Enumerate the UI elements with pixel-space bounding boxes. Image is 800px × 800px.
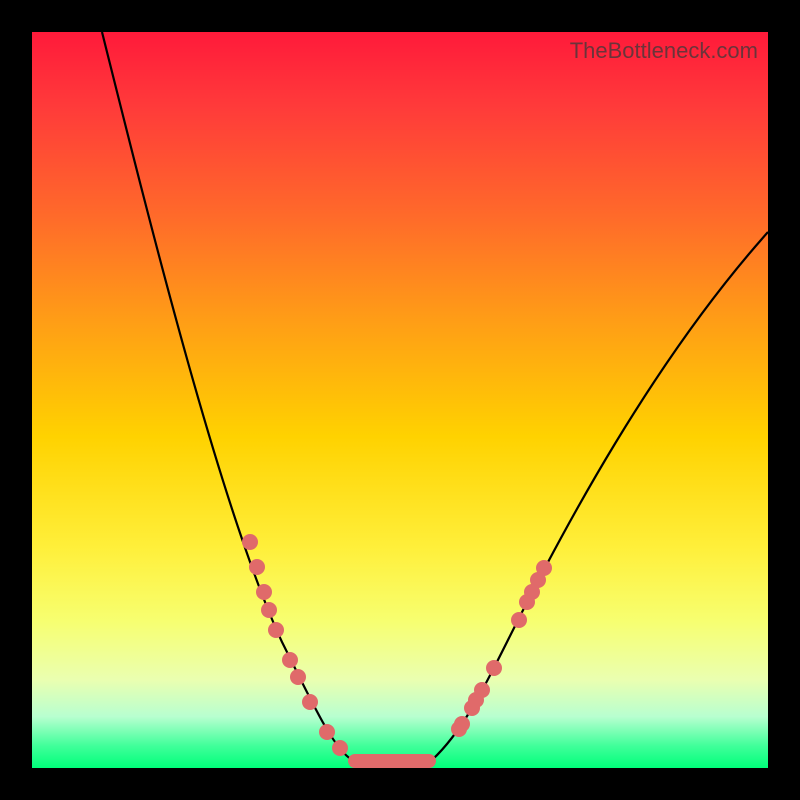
dots-right xyxy=(451,560,552,737)
data-point xyxy=(256,584,272,600)
data-point xyxy=(511,612,527,628)
data-point xyxy=(290,669,306,685)
data-point xyxy=(454,716,470,732)
dots-left xyxy=(242,534,348,756)
data-point xyxy=(332,740,348,756)
bottom-bar xyxy=(348,754,436,768)
data-point xyxy=(302,694,318,710)
data-point xyxy=(536,560,552,576)
curve-left xyxy=(102,32,352,760)
curve-right xyxy=(432,232,768,760)
chart-frame: TheBottleneck.com xyxy=(0,0,800,800)
data-point xyxy=(242,534,258,550)
data-point xyxy=(474,682,490,698)
chart-svg xyxy=(32,32,768,768)
chart-plot-area: TheBottleneck.com xyxy=(32,32,768,768)
data-point xyxy=(282,652,298,668)
data-point xyxy=(268,622,284,638)
data-point xyxy=(249,559,265,575)
data-point xyxy=(319,724,335,740)
data-point xyxy=(486,660,502,676)
data-point xyxy=(261,602,277,618)
